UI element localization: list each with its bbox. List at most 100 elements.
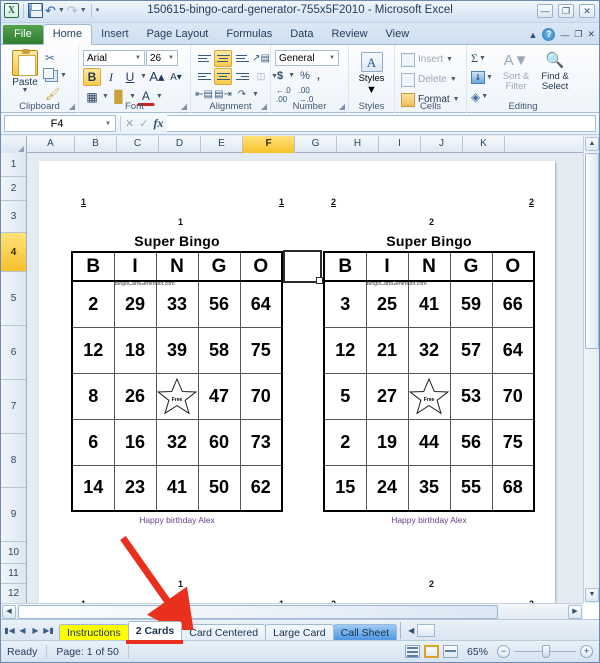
tab-insert[interactable]: Insert — [92, 25, 138, 44]
bingo-cell[interactable]: 3 — [323, 280, 367, 328]
bingo-cell[interactable]: 19 — [365, 418, 409, 466]
bingo-cell[interactable]: 41 — [155, 464, 199, 512]
row-header-11[interactable]: 11 — [1, 564, 26, 584]
chevron-down-icon[interactable]: ▼ — [450, 73, 457, 87]
bingo-cell[interactable]: 12 — [323, 326, 367, 374]
row-header-6[interactable]: 6 — [1, 326, 26, 380]
tab-home[interactable]: Home — [42, 24, 93, 45]
bingo-cell[interactable]: 55 — [449, 464, 493, 512]
horizontal-scrollbar[interactable]: ◀ ▶ — [1, 603, 583, 619]
vertical-scroll-thumb[interactable] — [585, 153, 599, 349]
tab-formulas[interactable]: Formulas — [217, 25, 281, 44]
fill-button[interactable]: ⇓ ▼ — [471, 69, 493, 86]
row-header-2[interactable]: 2 — [1, 177, 26, 201]
bingo-free-cell[interactable]: Free — [155, 372, 199, 420]
close-icon[interactable]: ✕ — [587, 29, 595, 40]
normal-view-icon[interactable] — [404, 645, 420, 658]
sheet-tab-card-centered[interactable]: Card Centered — [181, 623, 267, 641]
chevron-down-icon[interactable]: ▼ — [486, 71, 493, 85]
bingo-cell[interactable]: 56 — [197, 280, 241, 328]
scroll-up-button[interactable]: ▲ — [585, 137, 599, 151]
bingo-cell[interactable]: 21 — [365, 326, 409, 374]
chevron-down-icon[interactable]: ▼ — [60, 69, 67, 83]
font-size-combo[interactable]: 26 ▼ — [146, 50, 178, 66]
bingo-cell[interactable]: 57 — [449, 326, 493, 374]
minimize-ribbon-icon[interactable]: ▲ — [528, 30, 537, 40]
column-header-g[interactable]: G — [295, 136, 337, 153]
tab-view[interactable]: View — [377, 25, 419, 44]
bingo-cell[interactable]: 24 — [365, 464, 409, 512]
bingo-cell[interactable]: 64 — [491, 326, 535, 374]
format-painter-button[interactable]: 🖌 — [45, 86, 67, 102]
bingo-cell[interactable]: 2 — [71, 280, 115, 328]
bingo-cell[interactable]: 66 — [491, 280, 535, 328]
tab-data[interactable]: Data — [281, 25, 322, 44]
scroll-down-button[interactable]: ▼ — [585, 588, 599, 602]
name-box[interactable]: F4 ▼ — [4, 115, 116, 132]
bingo-cell[interactable]: 12 — [71, 326, 115, 374]
sheet-canvas[interactable]: 1 1 2 2 1 2 Super Bingo B I N G O 2 Bing… — [27, 153, 583, 619]
currency-button[interactable]: $ — [275, 70, 285, 82]
tab-file[interactable]: File — [3, 25, 43, 44]
bingo-cell[interactable]: 2 — [323, 418, 367, 466]
column-header-j[interactable]: J — [421, 136, 463, 153]
grow-font-button[interactable]: A▴ — [148, 68, 166, 86]
bingo-cell[interactable]: 75 — [239, 326, 283, 374]
align-center-button[interactable] — [214, 68, 232, 85]
bingo-cell[interactable]: 70 — [491, 372, 535, 420]
bingo-cell[interactable]: 56 — [449, 418, 493, 466]
sheet-tab-call-sheet[interactable]: Call Sheet — [332, 623, 398, 641]
bingo-cell[interactable]: 26 — [113, 372, 157, 420]
formula-input[interactable] — [167, 115, 596, 132]
orientation-button[interactable]: ↗▤ — [252, 50, 270, 67]
bingo-cell[interactable]: 60 — [197, 418, 241, 466]
merge-cells-button[interactable]: ◫ — [252, 68, 270, 85]
bingo-cell[interactable]: 73 — [239, 418, 283, 466]
horizontal-scroll-thumb[interactable] — [18, 605, 498, 619]
scroll-right-button[interactable]: ▶ — [568, 605, 582, 619]
italic-button[interactable]: I — [102, 68, 120, 86]
zoom-slider[interactable] — [514, 645, 576, 658]
tab-area-scrollbar[interactable] — [417, 623, 436, 637]
chevron-down-icon[interactable]: ▼ — [135, 55, 141, 61]
tab-split-handle[interactable] — [400, 621, 404, 639]
sheet-tab-large-card[interactable]: Large Card — [265, 623, 334, 641]
percent-button[interactable]: % — [298, 70, 312, 82]
bingo-cell[interactable]: 32 — [407, 326, 451, 374]
chevron-down-icon[interactable]: ▼ — [446, 53, 453, 67]
minimize-button[interactable]: — — [537, 4, 553, 18]
font-dialog-launcher[interactable]: ◢ — [181, 102, 187, 111]
column-header-e[interactable]: E — [201, 136, 243, 153]
align-top-button[interactable] — [195, 50, 213, 67]
comma-button[interactable]: , — [315, 70, 322, 82]
shrink-font-button[interactable]: A▾ — [167, 68, 185, 86]
row-header-9[interactable]: 9 — [1, 488, 26, 542]
minimize-icon[interactable]: — — [560, 30, 569, 40]
copy-button[interactable]: ▼ — [43, 68, 67, 84]
font-name-combo[interactable]: Arial ▼ — [83, 50, 145, 66]
bingo-cell[interactable]: 6 — [71, 418, 115, 466]
bingo-cell[interactable]: 33 — [155, 280, 199, 328]
bingo-cell[interactable]: 41 — [407, 280, 451, 328]
first-sheet-icon[interactable]: ▮◀ — [4, 626, 15, 635]
align-right-button[interactable] — [233, 68, 251, 85]
bingo-cell[interactable]: 62 — [239, 464, 283, 512]
row-header-7[interactable]: 7 — [1, 380, 26, 434]
page-layout-view-icon[interactable] — [423, 645, 439, 658]
styles-button[interactable]: A Styles ▼ — [353, 52, 390, 96]
column-header-k[interactable]: K — [463, 136, 505, 153]
cancel-formula-icon[interactable]: ✕ — [125, 117, 134, 130]
bingo-cell[interactable]: 23 — [113, 464, 157, 512]
bingo-free-cell[interactable]: Free — [407, 372, 451, 420]
zoom-slider-thumb[interactable] — [542, 645, 550, 658]
bingo-cell[interactable]: 16 — [113, 418, 157, 466]
bingo-cell[interactable]: 27 — [365, 372, 409, 420]
row-header-12[interactable]: 12 — [1, 584, 26, 604]
page-break-view-icon[interactable] — [442, 645, 458, 658]
cut-button[interactable]: ✂ — [45, 50, 67, 66]
underline-button[interactable]: U — [121, 68, 139, 86]
number-dialog-launcher[interactable]: ◢ — [339, 102, 345, 111]
bingo-cell[interactable]: 32 — [155, 418, 199, 466]
bingo-cell[interactable]: 5 — [323, 372, 367, 420]
next-sheet-icon[interactable]: ▶ — [30, 626, 41, 635]
